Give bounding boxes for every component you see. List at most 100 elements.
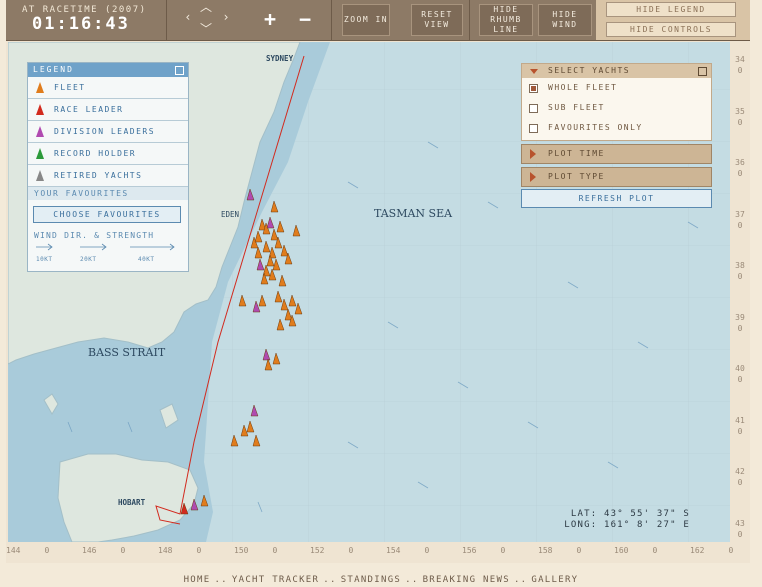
plot-type-label: PLOT TYPE <box>548 172 605 181</box>
longitude-tick-deg: 144 <box>6 546 21 555</box>
sydney-label: SYDNEY <box>266 54 294 63</box>
footer-link[interactable]: BREAKING NEWS <box>423 575 510 585</box>
fleet-marker-icon <box>36 82 44 93</box>
cursor-longitude: LONG: 161° 8' 27" E <box>564 520 690 530</box>
option-checkbox[interactable] <box>529 84 538 93</box>
latitude-tick-deg: 36 <box>735 158 745 167</box>
latitude-tick-min: 0 <box>737 220 743 230</box>
longitude-axis: 144 0 146 0 148 0 150 0 152 0 154 0 156 0 158 0 160 0 162 0 <box>6 542 750 563</box>
hide-legend-button[interactable]: HIDE LEGEND <box>606 2 736 17</box>
longitude-tick: 148 0 <box>158 546 201 555</box>
select-yachts-option[interactable]: WHOLE FLEET <box>522 78 711 98</box>
latitude-tick-deg: 41 <box>735 415 745 425</box>
latitude-tick-min: 0 <box>737 117 743 127</box>
expand-arrow-icon <box>530 149 536 159</box>
footer-separator: .. <box>214 575 228 585</box>
latitude-tick-min: 0 <box>737 66 743 75</box>
longitude-tick-deg: 156 <box>462 546 477 555</box>
latitude-tick: 36 0 <box>730 157 750 179</box>
option-label: SUB FLEET <box>548 103 605 112</box>
pan-down-button[interactable]: ﹀ <box>198 22 214 36</box>
latitude-tick-min: 0 <box>737 375 743 384</box>
longitude-tick-min: 0 <box>652 546 658 555</box>
longitude-tick: 144 0 <box>6 546 49 555</box>
zoom-minus-button[interactable]: − <box>295 9 315 29</box>
latitude-tick: 41 0 <box>730 415 750 437</box>
select-yachts-title: SELECT YACHTS <box>548 66 631 75</box>
legend-item-label: RETIRED YACHTS <box>54 171 143 180</box>
latitude-axis: 34 0 35 0 36 0 37 0 38 0 39 0 40 0 41 0 42 0 43 0 <box>730 42 750 542</box>
longitude-tick: 154 0 <box>386 546 429 555</box>
favourites-heading: YOUR FAVOURITES <box>28 187 188 200</box>
wind-scale-40: 40KT <box>138 256 155 263</box>
longitude-tick-deg: 152 <box>310 546 325 555</box>
plot-time-button[interactable]: PLOT TIME <box>521 144 712 164</box>
legend-item: RETIRED YACHTS <box>28 165 188 187</box>
legend-item-label: DIVISION LEADERS <box>54 127 156 136</box>
longitude-tick: 146 0 <box>82 546 125 555</box>
latitude-tick-deg: 37 <box>735 209 745 219</box>
choose-favourites-button[interactable]: CHOOSE FAVOURITES <box>33 206 181 223</box>
latitude-tick: 42 0 <box>730 466 750 488</box>
footer-separator: .. <box>513 575 528 585</box>
latitude-tick: 43 0 <box>730 518 750 540</box>
pan-up-button[interactable]: ︿ <box>198 0 214 14</box>
toolbar-divider <box>331 0 332 40</box>
footer-link[interactable]: YACHT TRACKER <box>232 575 319 585</box>
select-yachts-panel: SELECT YACHTS WHOLE FLEET SUB FLEET FAVOUR… <box>521 63 712 141</box>
option-checkbox[interactable] <box>529 104 538 113</box>
hobart-label: HOBART <box>118 498 146 507</box>
longitude-tick: 158 0 <box>538 546 581 555</box>
longitude-tick-deg: 150 <box>234 546 249 555</box>
zoom-in-button[interactable]: ZOOM IN <box>342 4 390 36</box>
latitude-tick-min: 0 <box>737 169 743 178</box>
plot-time-label: PLOT TIME <box>548 149 605 158</box>
refresh-plot-button[interactable]: REFRESH PLOT <box>521 189 712 208</box>
cursor-latitude: LAT: 43° 55' 37" S <box>570 509 690 519</box>
longitude-tick-min: 0 <box>500 546 506 555</box>
legend-item-label: RACE LEADER <box>54 105 124 114</box>
longitude-tick-min: 0 <box>44 546 50 555</box>
select-yachts-header[interactable]: SELECT YACHTS <box>522 64 711 78</box>
latitude-tick-min: 0 <box>737 426 743 436</box>
select-yachts-option[interactable]: SUB FLEET <box>522 98 711 118</box>
reset-view-button[interactable]: RESET VIEW <box>411 4 463 36</box>
retired-marker-icon <box>36 170 44 181</box>
pan-right-button[interactable]: › <box>218 10 234 24</box>
racetime-clock: 01:16:43 <box>32 14 130 34</box>
wind-scale-20: 20KT <box>80 256 97 263</box>
option-label: WHOLE FLEET <box>548 83 618 92</box>
latitude-tick-deg: 39 <box>735 312 745 322</box>
legend-panel: LEGEND FLEET RACE LEADER DIVISION LEADERS R… <box>27 62 189 272</box>
legend-item-label: FLEET <box>54 83 86 92</box>
latitude-tick-deg: 38 <box>735 261 745 270</box>
legend-title: LEGEND <box>33 65 74 74</box>
hide-wind-button[interactable]: HIDE WIND <box>538 4 592 36</box>
latitude-tick: 35 0 <box>730 106 750 128</box>
longitude-tick-deg: 148 <box>158 546 173 555</box>
pan-left-button[interactable]: ‹ <box>180 10 196 24</box>
option-checkbox[interactable] <box>529 124 538 133</box>
footer-link[interactable]: HOME <box>184 575 211 585</box>
footer-link[interactable]: STANDINGS <box>341 575 401 585</box>
latitude-tick-min: 0 <box>737 272 743 281</box>
toolbar: AT RACETIME (2007) 01:16:43 ︿ ‹ › ﹀ + − … <box>6 0 750 41</box>
longitude-tick-deg: 154 <box>386 546 401 555</box>
select-yachts-close-icon[interactable] <box>698 67 707 76</box>
longitude-tick-min: 0 <box>348 546 354 555</box>
longitude-tick: 162 0 <box>690 546 733 555</box>
record-holder-marker-icon <box>36 148 44 159</box>
zoom-plus-button[interactable]: + <box>260 9 280 29</box>
footer-separator: .. <box>323 575 337 585</box>
latitude-tick-deg: 35 <box>735 106 745 116</box>
plot-type-button[interactable]: PLOT TYPE <box>521 167 712 187</box>
select-yachts-option[interactable]: FAVOURITES ONLY <box>522 118 711 138</box>
wind-legend-title: WIND DIR. & STRENGTH <box>34 231 155 240</box>
legend-close-icon[interactable] <box>175 66 184 75</box>
hide-rhumb-line-button[interactable]: HIDE RHUMB LINE <box>479 4 533 36</box>
longitude-tick-min: 0 <box>576 546 582 555</box>
toolbar-divider <box>469 0 470 40</box>
hide-controls-button[interactable]: HIDE CONTROLS <box>606 22 736 37</box>
latitude-tick-min: 0 <box>737 478 743 487</box>
footer-link[interactable]: GALLERY <box>531 575 578 585</box>
